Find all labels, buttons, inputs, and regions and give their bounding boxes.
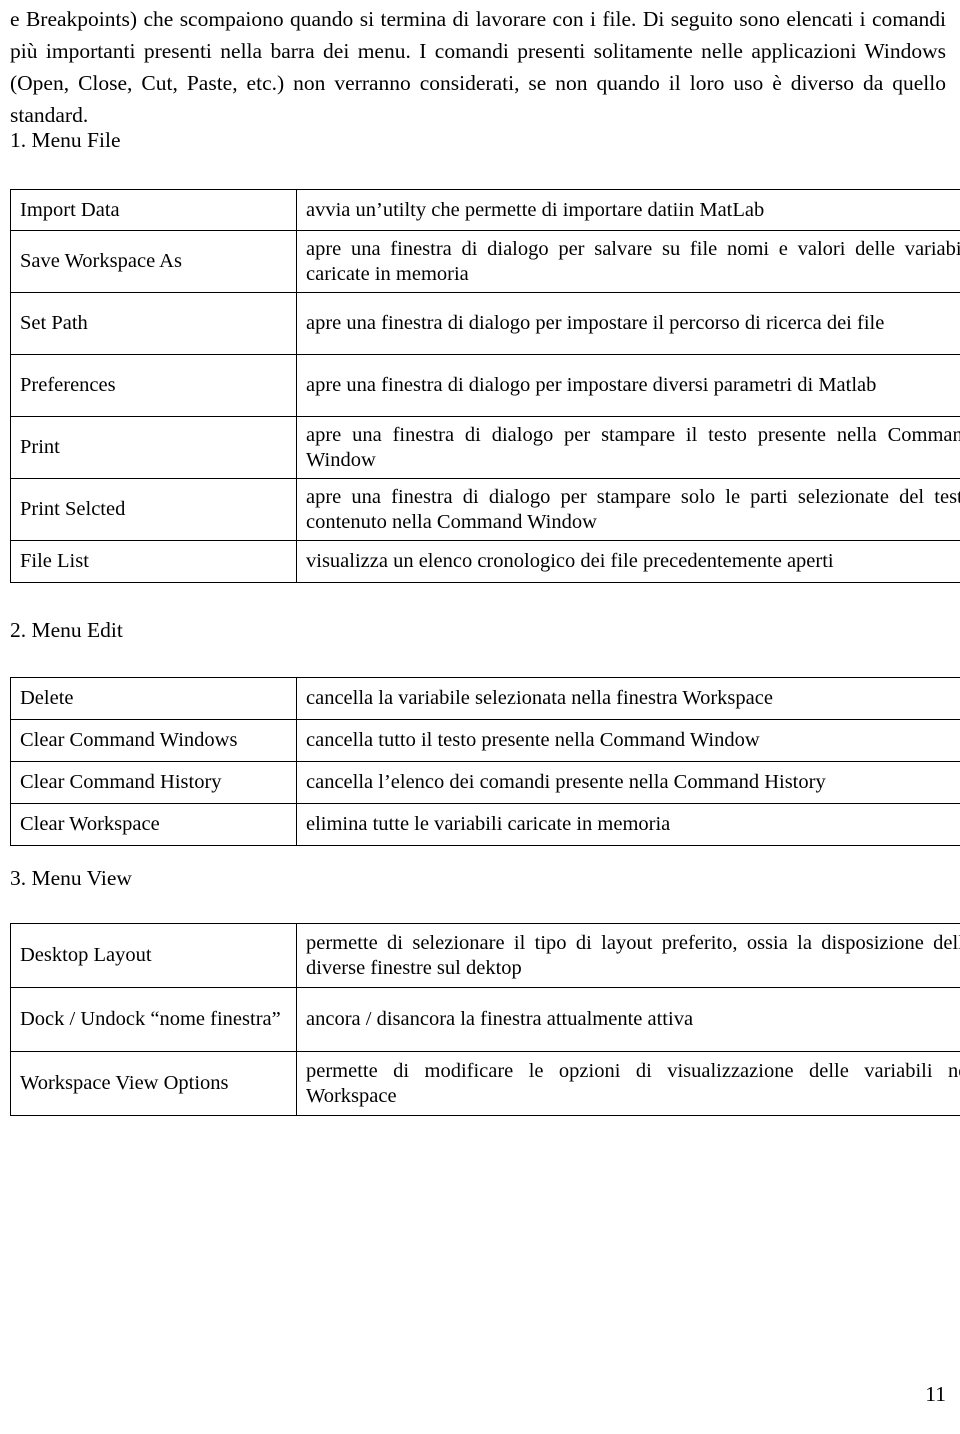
description-cell: apre una finestra di dialogo per stampar… [296, 416, 960, 479]
description-cell: apre una finestra di dialogo per imposta… [296, 354, 960, 417]
section-heading-menu-view: 3. Menu View [10, 866, 132, 890]
command-cell: Clear Command History [10, 761, 297, 804]
description-cell: permette di modificare le opzioni di vis… [296, 1051, 960, 1116]
table-row: Print apre una finestra di dialogo per s… [10, 416, 960, 479]
table-row: Save Workspace As apre una finestra di d… [10, 230, 960, 293]
description-cell: apre una finestra di dialogo per salvare… [296, 230, 960, 293]
command-cell: Clear Command Windows [10, 719, 297, 762]
command-cell: Import Data [10, 189, 297, 231]
document-page: e Breakpoints) che scompaiono quando si … [0, 0, 960, 1434]
command-cell: Save Workspace As [10, 230, 297, 293]
description-cell: cancella la variabile selezionata nella … [296, 677, 960, 720]
command-cell: Set Path [10, 292, 297, 355]
description-cell: apre una finestra di dialogo per stampar… [296, 478, 960, 541]
table-row: Clear Command History cancella l’elenco … [10, 761, 960, 804]
menu-file-table: Import Data avvia un’utilty che permette… [10, 189, 960, 583]
command-cell: Delete [10, 677, 297, 720]
table-row: Clear Command Windows cancella tutto il … [10, 719, 960, 762]
page-number: 11 [925, 1382, 946, 1406]
table-row: Print Selcted apre una finestra di dialo… [10, 478, 960, 541]
menu-view-table: Desktop Layout permette di selezionare i… [10, 923, 960, 1116]
command-cell: Desktop Layout [10, 923, 297, 988]
command-cell: Print Selcted [10, 478, 297, 541]
command-cell: Preferences [10, 354, 297, 417]
table-row: Delete cancella la variabile selezionata… [10, 677, 960, 720]
description-cell: elimina tutte le variabili caricate in m… [296, 803, 960, 846]
description-cell: visualizza un elenco cronologico dei fil… [296, 540, 960, 583]
table-row: Import Data avvia un’utilty che permette… [10, 189, 960, 231]
description-cell: avvia un’utilty che permette di importar… [296, 189, 960, 231]
table-row: Desktop Layout permette di selezionare i… [10, 923, 960, 988]
table-row: Clear Workspace elimina tutte le variabi… [10, 803, 960, 846]
intro-paragraph: e Breakpoints) che scompaiono quando si … [10, 7, 946, 127]
description-cell: permette di selezionare il tipo di layou… [296, 923, 960, 988]
table-row: File List visualizza un elenco cronologi… [10, 540, 960, 583]
command-cell: Workspace View Options [10, 1051, 297, 1116]
table-row: Dock / Undock “nome finestra” ancora / d… [10, 987, 960, 1052]
command-cell: Clear Workspace [10, 803, 297, 846]
menu-edit-table: Delete cancella la variabile selezionata… [10, 677, 960, 846]
command-cell: Print [10, 416, 297, 479]
section-heading-menu-file: 1. Menu File [10, 128, 121, 152]
page-content: e Breakpoints) che scompaiono quando si … [10, 0, 946, 131]
description-cell: cancella l’elenco dei comandi presente n… [296, 761, 960, 804]
description-cell: ancora / disancora la finestra attualmen… [296, 987, 960, 1052]
description-cell: apre una finestra di dialogo per imposta… [296, 292, 960, 355]
table-row: Set Path apre una finestra di dialogo pe… [10, 292, 960, 355]
description-cell: cancella tutto il testo presente nella C… [296, 719, 960, 762]
command-cell: Dock / Undock “nome finestra” [10, 987, 297, 1052]
section-heading-menu-edit: 2. Menu Edit [10, 618, 123, 642]
table-row: Preferences apre una finestra di dialogo… [10, 354, 960, 417]
command-cell: File List [10, 540, 297, 583]
table-row: Workspace View Options permette di modif… [10, 1051, 960, 1116]
